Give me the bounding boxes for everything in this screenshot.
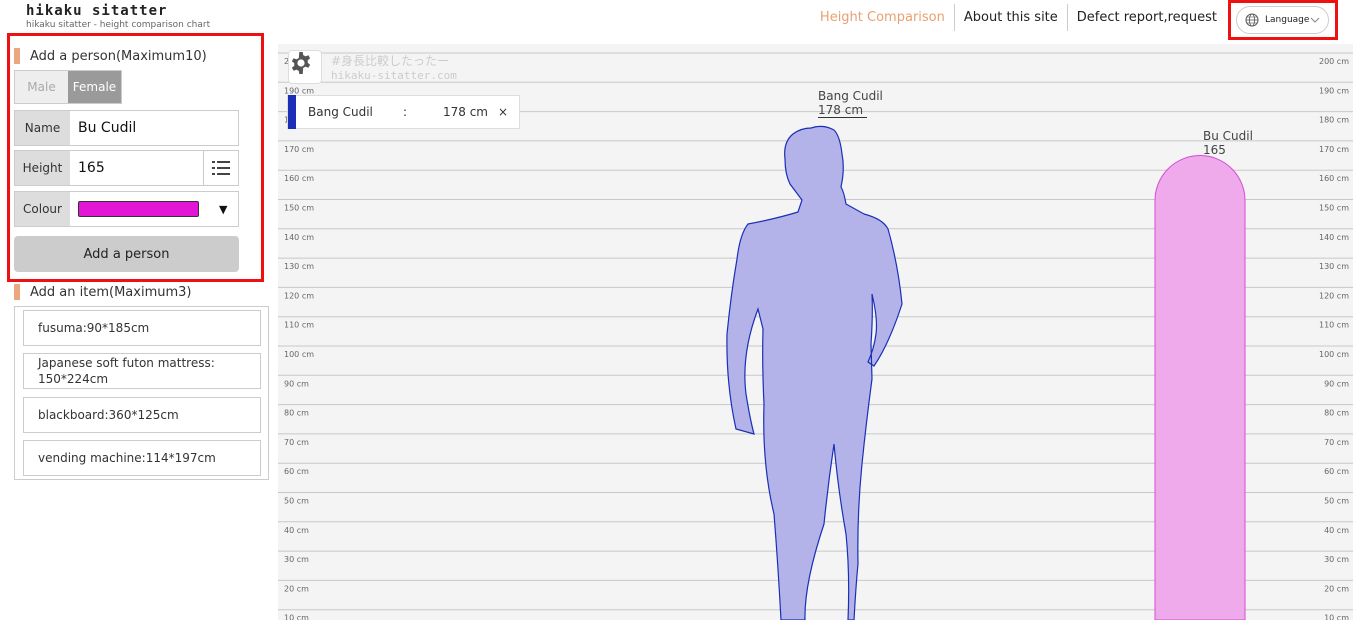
chart-canvas: 10 cm 10 cm 20 cm 20 cm 30 cm 30 cm 40 cm 40 cm… [278,52,1353,620]
add-item-title-text: Add an item(Maximum3) [30,284,192,300]
tick-label-right-10: 10 cm [1324,614,1349,620]
tick-label-right-50: 50 cm [1324,497,1349,506]
tick-label-right-110: 110 cm [1319,321,1349,330]
tick-label-right-180: 180 cm [1319,116,1349,125]
chip-height: 178 cm [442,105,488,119]
tick-label-left-50: 50 cm [284,497,309,506]
tick-label-left-170: 170 cm [284,145,314,154]
tick-label-left-10: 10 cm [284,614,309,620]
person-name: Bang Cudil [818,89,883,103]
tick-label-right-70: 70 cm [1324,438,1349,447]
list-icon [212,161,230,175]
height-label: Height [15,151,70,185]
top-nav: Height Comparison About this site Defect… [811,4,1226,31]
tick-label-right-30: 30 cm [1324,555,1349,564]
chevron-down-icon [1310,17,1320,23]
height-chart: 10 cm 10 cm 20 cm 20 cm 30 cm 30 cm 40 cm 40 cm… [278,44,1353,620]
tick-label-left-130: 130 cm [284,262,314,271]
tick-label-right-200: 200 cm [1319,57,1349,66]
gender-male-option[interactable]: Male [15,71,68,103]
person-color-stripe [288,95,296,129]
tick-label-left-30: 30 cm [284,555,309,564]
colour-field: Colour ▼ [14,191,239,227]
colour-select[interactable]: ▼ [70,192,238,226]
person-bang-cudil-silhouette[interactable] [726,125,903,620]
gender-female-option[interactable]: Female [68,71,121,103]
tick-label-left-90: 90 cm [284,379,309,388]
remove-person-icon[interactable]: × [498,105,508,119]
person-chip-bang-cudil[interactable]: Bang Cudil : 178 cm × [287,95,520,129]
add-item-title: Add an item(Maximum3) [14,284,191,300]
tick-label-left-20: 20 cm [284,584,309,593]
tick-label-left-150: 150 cm [284,204,314,213]
height-input[interactable]: 165 [70,151,203,185]
logo-subtitle: hikaku sitatter - height comparison char… [26,20,211,30]
tick-label-left-70: 70 cm [284,438,309,447]
nav-about[interactable]: About this site [955,4,1068,31]
nav-height-comparison[interactable]: Height Comparison [811,4,955,31]
watermark-hashtag: #身長比較したったー [331,54,450,68]
name-input[interactable]: Bu Cudil [70,111,238,145]
height-list-button[interactable] [203,151,238,185]
chip-name: Bang Cudil [308,105,373,119]
tick-label-left-40: 40 cm [284,526,309,535]
tick-label-left-120: 120 cm [284,291,314,300]
colour-label: Colour [15,192,70,226]
globe-icon [1245,13,1259,27]
person-height: 165 [1203,143,1226,157]
add-person-title-text: Add a person(Maximum10) [30,48,207,64]
tick-label-right-150: 150 cm [1319,204,1349,213]
tick-label-right-190: 190 cm [1319,86,1349,95]
section-marker [14,284,20,300]
tick-label-right-130: 130 cm [1319,262,1349,271]
tick-label-left-100: 100 cm [284,350,314,359]
item-list: fusuma:90*185cm Japanese soft futon matt… [14,306,269,480]
section-marker [14,48,20,64]
tick-label-right-140: 140 cm [1319,233,1349,242]
tick-label-right-40: 40 cm [1324,526,1349,535]
chip-separator: : [403,105,408,119]
name-field: Name Bu Cudil [14,110,239,146]
colour-swatch [78,201,199,217]
language-label: Language [1265,15,1310,25]
nav-defect-report[interactable]: Defect report,request [1068,4,1226,31]
tick-label-left-140: 140 cm [284,233,314,242]
name-label: Name [15,111,70,145]
person-label-bu-cudil: Bu Cudil 165 [1203,129,1253,157]
gender-toggle: Male Female [14,70,122,104]
dropdown-arrow-icon: ▼ [219,202,228,216]
tick-label-right-170: 170 cm [1319,145,1349,154]
language-highlight-box: Language [1228,0,1338,40]
tick-label-right-160: 160 cm [1319,174,1349,183]
person-bu-cudil-bar[interactable] [1154,155,1246,620]
tick-label-left-160: 160 cm [284,174,314,183]
item-blackboard[interactable]: blackboard:360*125cm [23,397,261,433]
logo-title[interactable]: hikaku sitatter [26,3,167,19]
tick-label-right-20: 20 cm [1324,584,1349,593]
tick-label-right-120: 120 cm [1319,291,1349,300]
item-vending-machine[interactable]: vending machine:114*197cm [23,440,261,476]
person-height: 178 cm [818,103,868,118]
tick-label-left-110: 110 cm [284,321,314,330]
language-button[interactable]: Language [1236,6,1329,34]
settings-button[interactable] [288,50,322,84]
add-person-button[interactable]: Add a person [14,236,239,272]
tick-label-right-100: 100 cm [1319,350,1349,359]
add-person-title: Add a person(Maximum10) [14,48,207,64]
item-futon[interactable]: Japanese soft futon mattress: 150*224cm [23,353,261,389]
tick-label-right-60: 60 cm [1324,467,1349,476]
tick-label-left-80: 80 cm [284,409,309,418]
tick-label-left-60: 60 cm [284,467,309,476]
person-name: Bu Cudil [1203,129,1253,143]
watermark-url: hikaku-sitatter.com [331,69,457,82]
person-label-bang-cudil: Bang Cudil 178 cm [818,89,883,118]
height-field: Height 165 [14,150,239,186]
tick-label-right-90: 90 cm [1324,379,1349,388]
gear-icon [291,52,311,74]
item-fusuma[interactable]: fusuma:90*185cm [23,310,261,346]
tick-label-left-190: 190 cm [284,86,314,95]
tick-label-right-80: 80 cm [1324,409,1349,418]
